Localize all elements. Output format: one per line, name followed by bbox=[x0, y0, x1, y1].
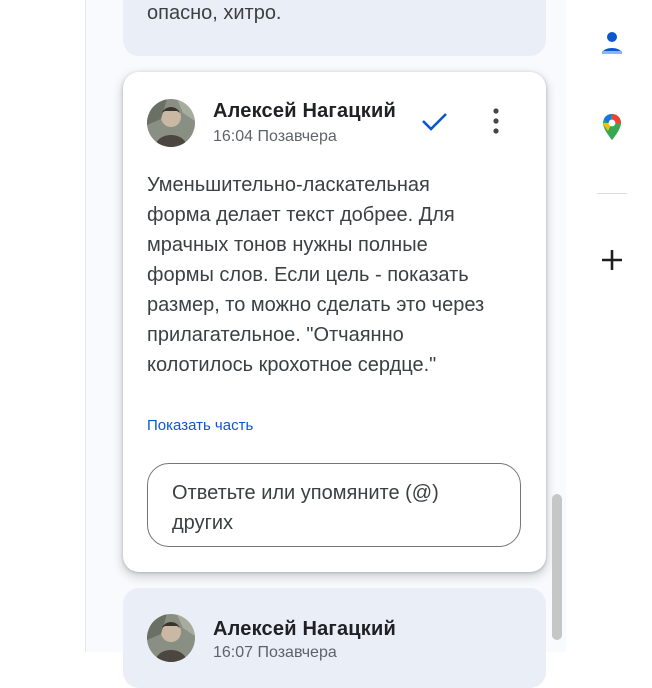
comment-author: Алексей Нагацкий bbox=[213, 618, 396, 640]
more-vert-icon[interactable] bbox=[481, 106, 511, 136]
avatar bbox=[147, 614, 195, 662]
checkmark-icon[interactable] bbox=[419, 106, 449, 136]
plus-icon[interactable] bbox=[597, 245, 627, 275]
rail-divider bbox=[597, 193, 627, 194]
comment-author: Алексей Нагацкий bbox=[213, 100, 396, 122]
comment-card[interactable]: Алексей Нагацкий 16:04 Позавчера Уменьши… bbox=[123, 72, 546, 572]
previous-comment-text: опасно, хитро. bbox=[147, 2, 282, 24]
comment-body: Уменьшительно-ласкательная форма делает … bbox=[147, 174, 485, 376]
comment-timestamp: 16:04 Позавчера bbox=[213, 128, 337, 145]
contacts-icon[interactable] bbox=[597, 28, 627, 58]
comment-timestamp: 16:07 Позавчера bbox=[213, 644, 337, 661]
reply-input[interactable]: Ответьте или упомяните (@) других bbox=[147, 463, 521, 547]
show-part-link[interactable]: Показать часть bbox=[147, 417, 253, 434]
next-comment-card[interactable]: Алексей Нагацкий 16:07 Позавчера bbox=[123, 588, 546, 688]
scrollbar[interactable] bbox=[552, 494, 562, 640]
maps-icon[interactable] bbox=[597, 112, 627, 142]
side-rail bbox=[570, 0, 652, 652]
avatar bbox=[147, 99, 195, 147]
left-blank-area bbox=[0, 0, 86, 652]
previous-comment-card[interactable]: опасно, хитро. bbox=[123, 0, 546, 56]
